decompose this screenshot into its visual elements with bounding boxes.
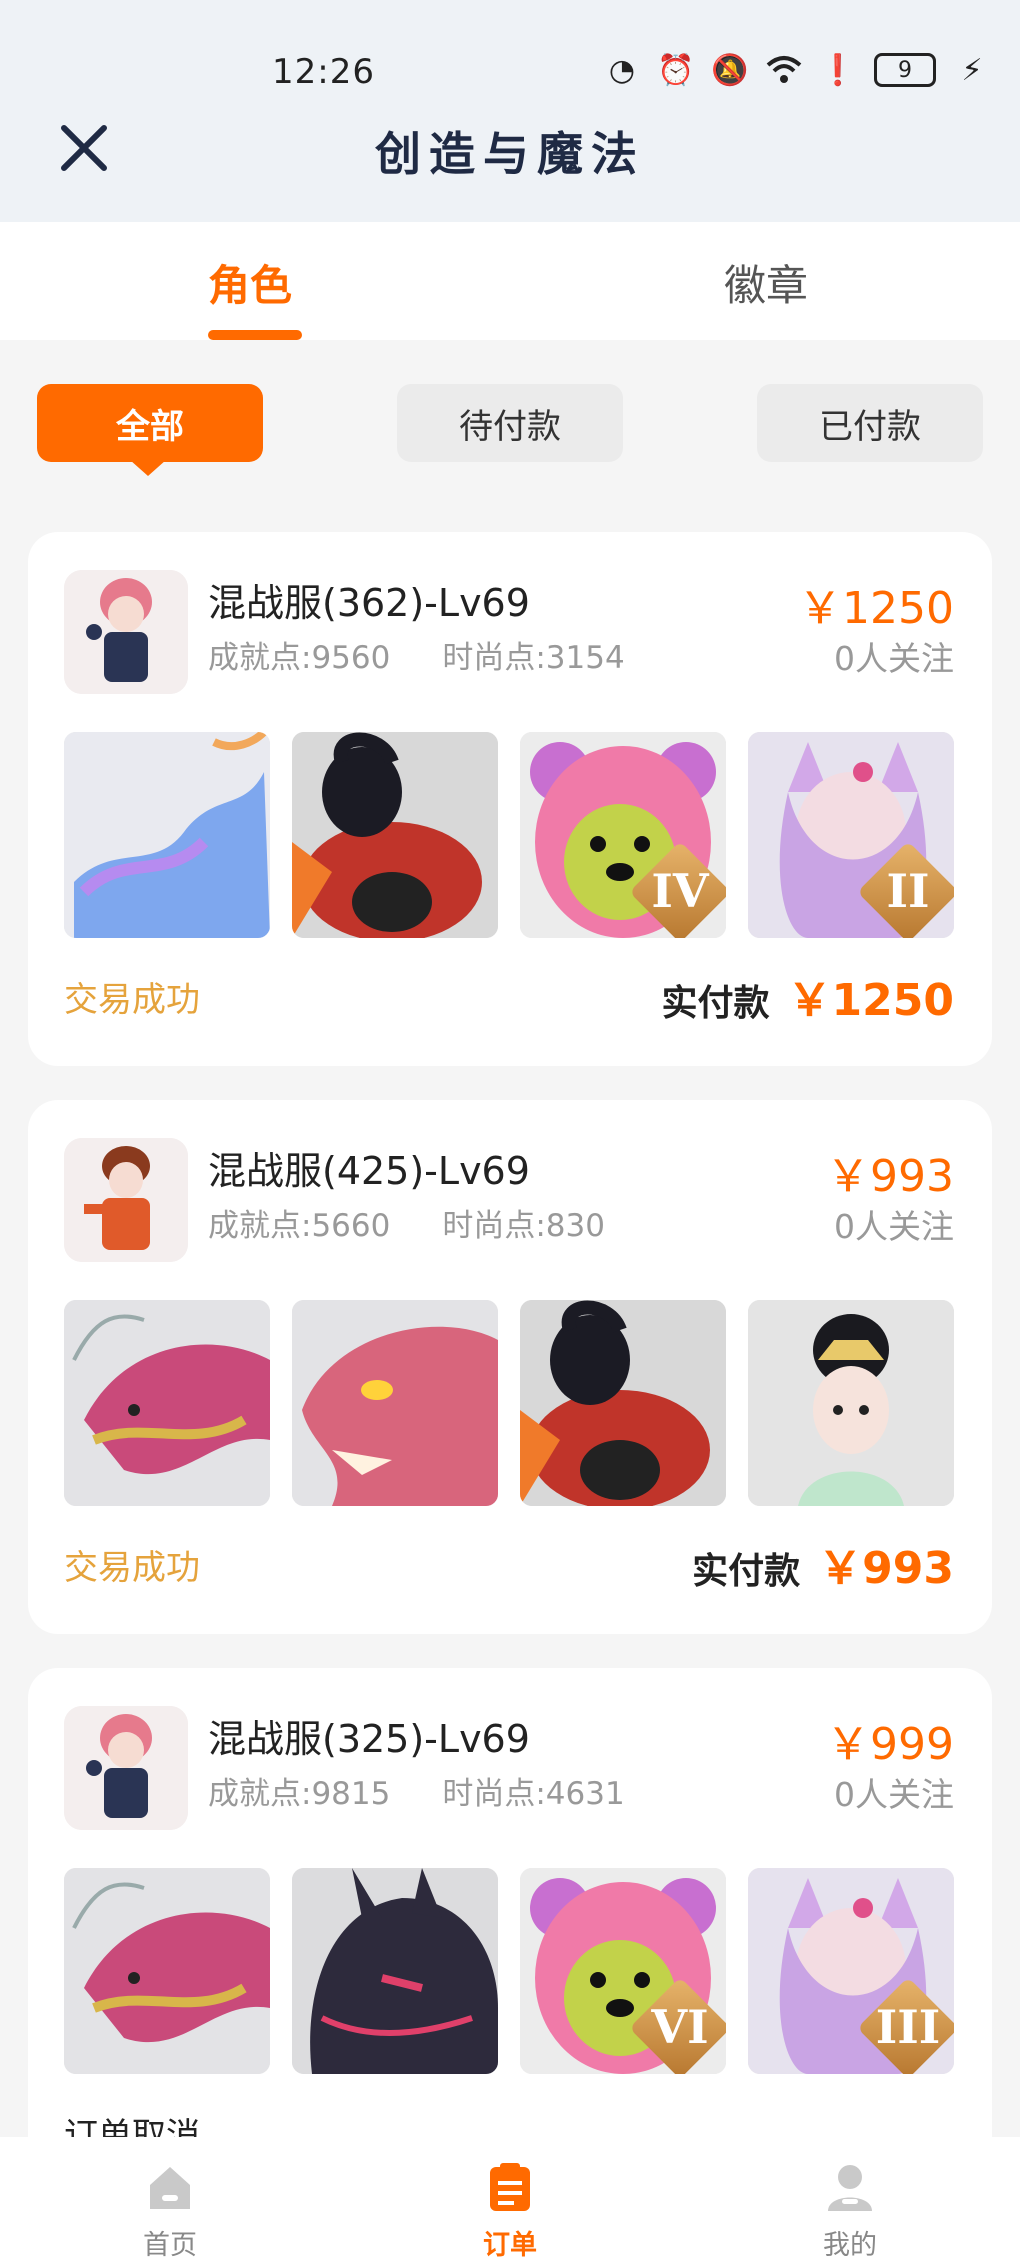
filter-all[interactable]: 全部 [37, 384, 263, 462]
thumbnail-pink-bear-pet[interactable]: VI [520, 1868, 726, 2074]
order-card[interactable]: 混战服(325)-Lv69 成就点:9815 时尚点:4631 ￥999 0人关注… [28, 1668, 992, 2202]
thumbnail-fox-spirit-pet[interactable]: II [748, 732, 954, 938]
top-bar: 12:26 ◔ ⏰ 🔕 ❗ 9 ⚡ 创造与魔法 [0, 0, 1020, 222]
filter-paid[interactable]: 已付款 [757, 384, 983, 462]
nav-orders-label: 订单 [483, 2230, 537, 2261]
thumbnail-black-goat-mount[interactable] [292, 732, 498, 938]
price: ￥1250 [798, 583, 954, 634]
thumbnail-dark-dragon-mount[interactable] [292, 1868, 498, 2074]
fashion-points: 时尚点:3154 [442, 640, 625, 676]
paid-label: 实付款 [692, 1551, 801, 1592]
server-name: 混战服(362)-Lv69 [208, 581, 530, 625]
nav-home-label: 首页 [143, 2230, 197, 2261]
stats: 成就点:9560 时尚点:3154 [208, 632, 625, 677]
thumbnail-row [64, 1300, 954, 1506]
speed-icon: ◔ [608, 52, 636, 88]
paid-amount: ￥993 [818, 1543, 954, 1594]
order-status: 交易成功 [64, 1548, 200, 1588]
price: ￥993 [826, 1151, 954, 1202]
bottom-nav: 首页 订单 我的 [0, 2137, 1020, 2267]
achievement-points: 成就点:9815 [208, 1776, 391, 1812]
tab-badges[interactable]: 徽章 [724, 252, 808, 313]
thumbnail-row: VI III [64, 1868, 954, 2074]
achievement-points: 成就点:5660 [208, 1208, 391, 1244]
avatar [64, 570, 188, 694]
follower-count: 0人关注 [834, 639, 954, 678]
thumbnail-row: IV II [64, 732, 954, 938]
price: ￥999 [826, 1719, 954, 1770]
tier-badge-label: IV [651, 864, 709, 918]
profile-icon [822, 2159, 878, 2215]
follower-count: 0人关注 [834, 1207, 954, 1246]
battery-icon: 9 [874, 53, 936, 87]
thumbnail-blue-dragon-mount[interactable] [64, 732, 270, 938]
tab-indicator [208, 330, 302, 340]
tier-badge-label: II [886, 864, 930, 918]
paid-label: 实付款 [661, 983, 770, 1024]
order-card[interactable]: 混战服(362)-Lv69 成就点:9560 时尚点:3154 ￥1250 0人关… [28, 532, 992, 1066]
thumbnail-red-dragon-mount[interactable] [64, 1300, 270, 1506]
paid-amount-row: 实付款 ￥1250 [662, 964, 954, 1028]
avatar [64, 1706, 188, 1830]
alarm-icon: ⏰ [657, 52, 695, 88]
tier-badge-label: III [875, 2000, 941, 2054]
tab-roles[interactable]: 角色 [208, 252, 292, 313]
stats: 成就点:5660 时尚点:830 [208, 1200, 605, 1245]
thumbnail-black-goat-mount[interactable] [520, 1300, 726, 1506]
server-name: 混战服(325)-Lv69 [208, 1717, 530, 1761]
tier-badge-label: VI [651, 2000, 709, 2054]
thumbnail-pink-bear-pet[interactable]: IV [520, 732, 726, 938]
thumbnail-princess-character[interactable] [748, 1300, 954, 1506]
achievement-points: 成就点:9560 [208, 640, 391, 676]
nav-orders[interactable]: 订单 [450, 2159, 570, 2262]
thumbnail-red-dragon-head[interactable] [292, 1300, 498, 1506]
order-icon [482, 2159, 538, 2215]
server-name: 混战服(425)-Lv69 [208, 1149, 530, 1193]
wifi-icon [766, 52, 802, 88]
nav-profile-label: 我的 [823, 2230, 877, 2261]
nav-profile[interactable]: 我的 [790, 2159, 910, 2262]
thumbnail-red-dragon-mount[interactable] [64, 1868, 270, 2074]
thumbnail-fox-spirit-pet[interactable]: III [748, 1868, 954, 2074]
status-time: 12:26 [272, 52, 375, 92]
charging-icon: ⚡ [961, 52, 983, 88]
mute-icon: 🔕 [711, 52, 749, 88]
order-status: 交易成功 [64, 980, 200, 1020]
avatar [64, 1138, 188, 1262]
status-icons: ◔ ⏰ 🔕 ❗ 9 ⚡ [604, 52, 990, 88]
fashion-points: 时尚点:4631 [442, 1776, 625, 1812]
fashion-points: 时尚点:830 [442, 1208, 605, 1244]
app-title: 创造与魔法 [375, 127, 645, 181]
paid-amount: ￥1250 [787, 975, 954, 1026]
filter-pending-payment[interactable]: 待付款 [397, 384, 623, 462]
order-card[interactable]: 混战服(425)-Lv69 成就点:5660 时尚点:830 ￥993 0人关注 … [28, 1100, 992, 1634]
filter-indicator [130, 460, 166, 476]
nav-home[interactable]: 首页 [110, 2159, 230, 2262]
paid-amount-row: 实付款 ￥993 [692, 1532, 954, 1596]
alert-icon: ❗ [819, 52, 857, 88]
follower-count: 0人关注 [834, 1775, 954, 1814]
main-tabs: 角色 徽章 [0, 222, 1020, 340]
home-icon [142, 2159, 198, 2215]
stats: 成就点:9815 时尚点:4631 [208, 1768, 625, 1813]
